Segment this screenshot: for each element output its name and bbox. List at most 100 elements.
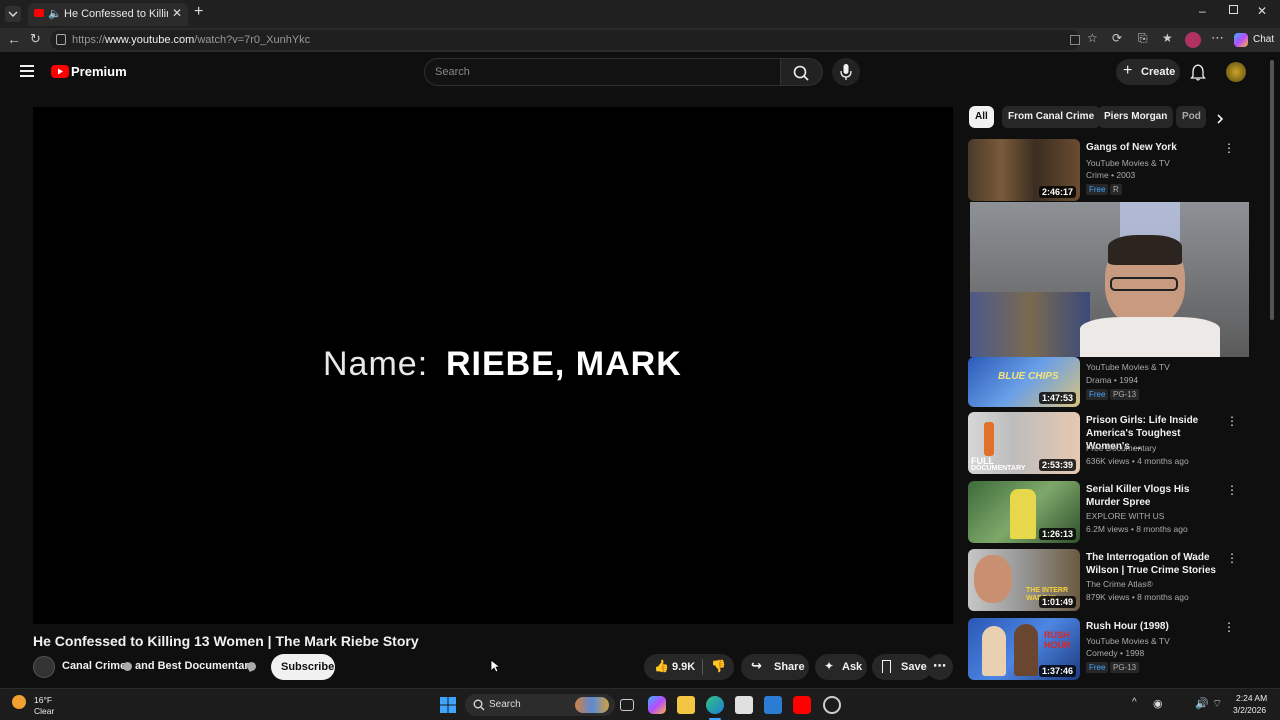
share-icon: ↪ (751, 658, 762, 673)
recommendation-channel: The Crime Atlas® (1086, 579, 1153, 589)
wifi-icon[interactable]: ⌔ (1212, 697, 1222, 711)
more-options-icon[interactable]: ⋯ (1211, 30, 1224, 46)
youtube-favicon-icon (34, 9, 44, 17)
dislike-button[interactable]: 👎 (706, 654, 734, 680)
thumbnail-caption: BLUE CHIPS (998, 371, 1059, 382)
video-thumbnail[interactable]: 2:46:17 (968, 139, 1080, 201)
subscribe-label: Subscribe (281, 661, 335, 673)
recommendation-title[interactable]: Rush Hour (1998) (1086, 620, 1226, 633)
more-vertical-icon[interactable]: ⋮ (1223, 620, 1235, 634)
app-available-icon[interactable] (1070, 35, 1080, 45)
search-button[interactable] (781, 58, 823, 86)
chips-next-button[interactable] (1208, 108, 1232, 130)
outlook-icon[interactable] (764, 696, 782, 714)
microsoft-store-icon[interactable] (735, 696, 753, 714)
clock-date[interactable]: 3/2/2026 (1233, 705, 1266, 715)
recommendation-item[interactable]: RUSH HOUR 1:37:46 Rush Hour (1998) YouTu… (968, 618, 1258, 684)
search-input[interactable]: Search (424, 58, 781, 86)
taskbar-search[interactable]: Search (465, 694, 615, 716)
volume-icon[interactable]: 🔊 (1195, 697, 1209, 710)
recommendation-meta: Crime • 2003 (1086, 170, 1136, 180)
recommendation-channel: Free Documentary (1086, 443, 1157, 453)
url-field[interactable]: https://www.youtube.com/watch?v=7r0_Xunh… (50, 30, 1080, 50)
more-actions-button[interactable]: ⋯ (927, 654, 953, 680)
minimize-button[interactable]: – (1199, 4, 1206, 18)
channel-avatar[interactable] (33, 656, 55, 678)
collab-channel-name[interactable]: and Best Documentary (135, 660, 255, 672)
recommendation-title[interactable]: Serial Killer Vlogs His Murder Spree (1086, 483, 1226, 509)
create-button[interactable]: + Create (1116, 59, 1180, 85)
recommendation-channel: YouTube Movies & TV (1086, 636, 1170, 646)
back-button[interactable]: ← (7, 31, 21, 47)
video-player[interactable]: Name: RIEBE, MARK (33, 107, 953, 624)
task-view-icon[interactable] (620, 699, 634, 711)
weather-widget[interactable]: 16°F Clear (12, 692, 72, 718)
recommendation-title[interactable]: Gangs of New York (1086, 141, 1226, 154)
webcam-clutter (970, 292, 1090, 357)
edge-browser-icon[interactable] (706, 696, 724, 714)
audio-playing-icon[interactable]: 🔈 (48, 7, 62, 20)
extensions-icon[interactable]: ⟳ (1112, 31, 1122, 45)
youtube-app-icon[interactable] (793, 696, 811, 714)
chat-label[interactable]: Chat (1253, 34, 1274, 45)
file-explorer-icon[interactable] (677, 696, 695, 714)
account-avatar[interactable] (1226, 62, 1246, 82)
close-window-button[interactable]: ✕ (1257, 4, 1267, 18)
recommendation-channel: YouTube Movies & TV (1086, 362, 1170, 372)
video-thumbnail[interactable]: THE INTERR WADE W 1:01:49 (968, 549, 1080, 611)
like-dislike-group: 👍 9.9K 👎 (644, 654, 734, 680)
system-app-icon[interactable] (823, 696, 841, 714)
video-thumbnail[interactable]: 1:26:13 (968, 481, 1080, 543)
copilot-icon[interactable] (1234, 33, 1248, 47)
chip-piers-morgan[interactable]: Piers Morgan (1098, 106, 1174, 128)
tab-list-button[interactable] (5, 6, 21, 22)
recommendation-item[interactable]: THE INTERR WADE W 1:01:49 The Interrogat… (968, 549, 1258, 615)
network-icon[interactable]: ◉ (1153, 697, 1163, 710)
copilot-taskbar-icon[interactable] (648, 696, 666, 714)
free-badge: Free (1086, 389, 1109, 400)
chevron-right-icon (1217, 114, 1224, 124)
more-vertical-icon[interactable]: ⋮ (1223, 141, 1235, 155)
chip-from-canal-crime[interactable]: From Canal Crime (1002, 106, 1101, 128)
recommendation-item[interactable]: 1:26:13 Serial Killer Vlogs His Murder S… (968, 481, 1258, 547)
video-thumbnail[interactable]: BLUE CHIPS 1:47:53 (968, 357, 1080, 407)
favorite-star-icon[interactable]: ☆ (1087, 31, 1098, 45)
browser-tab-active[interactable]: 🔈 He Confessed to Killing 13 W ✕ (28, 3, 188, 26)
subscribe-button[interactable]: Subscribe (271, 654, 335, 680)
voice-search-button[interactable] (832, 58, 860, 86)
free-badge: Free (1086, 662, 1109, 673)
chip-all[interactable]: All (969, 106, 994, 128)
share-button[interactable]: ↪ Share (741, 654, 809, 680)
clock-time[interactable]: 2:24 AM (1236, 693, 1267, 703)
scrollbar-thumb[interactable] (1270, 60, 1274, 320)
split-screen-icon[interactable]: ⎘ (1138, 31, 1148, 46)
url-prefix: https:// (72, 34, 106, 46)
video-thumbnail[interactable]: RUSH HOUR 1:37:46 (968, 618, 1080, 680)
recommendation-title[interactable]: The Interrogation of Wade Wilson | True … (1086, 551, 1226, 577)
new-tab-button[interactable]: + (194, 3, 203, 21)
profile-avatar[interactable] (1185, 32, 1201, 48)
recommendation-channel: EXPLORE WITH US (1086, 511, 1165, 521)
channel-name[interactable]: Canal Crime (62, 660, 126, 672)
video-thumbnail[interactable]: FULL DOCUMENTARY 2:53:39 (968, 412, 1080, 474)
site-info-icon[interactable] (56, 34, 66, 45)
refresh-button[interactable]: ↻ (30, 31, 41, 47)
chip-pod[interactable]: Pod (1176, 106, 1206, 128)
ask-button[interactable]: ✦ Ask (815, 654, 867, 680)
duration-badge: 2:46:17 (1038, 186, 1076, 198)
guide-menu-icon[interactable] (20, 65, 34, 77)
favorites-icon[interactable]: ★ (1162, 31, 1173, 45)
recommendation-item[interactable]: 2:46:17 Gangs of New York YouTube Movies… (968, 139, 1258, 205)
recommendation-item[interactable]: FULL DOCUMENTARY 2:53:39 Prison Girls: L… (968, 412, 1258, 478)
close-tab-icon[interactable]: ✕ (172, 6, 182, 20)
hidden-icons-chevron-icon[interactable]: ^ (1132, 697, 1137, 708)
save-button[interactable]: Save (872, 654, 932, 680)
more-vertical-icon[interactable]: ⋮ (1226, 551, 1238, 565)
more-vertical-icon[interactable]: ⋮ (1226, 414, 1238, 428)
more-vertical-icon[interactable]: ⋮ (1226, 483, 1238, 497)
like-button[interactable]: 👍 9.9K (644, 654, 700, 680)
maximize-button[interactable] (1229, 5, 1238, 14)
notifications-bell-icon[interactable] (1190, 63, 1206, 81)
start-button[interactable] (440, 697, 456, 713)
recommendation-channel: YouTube Movies & TV (1086, 158, 1170, 168)
